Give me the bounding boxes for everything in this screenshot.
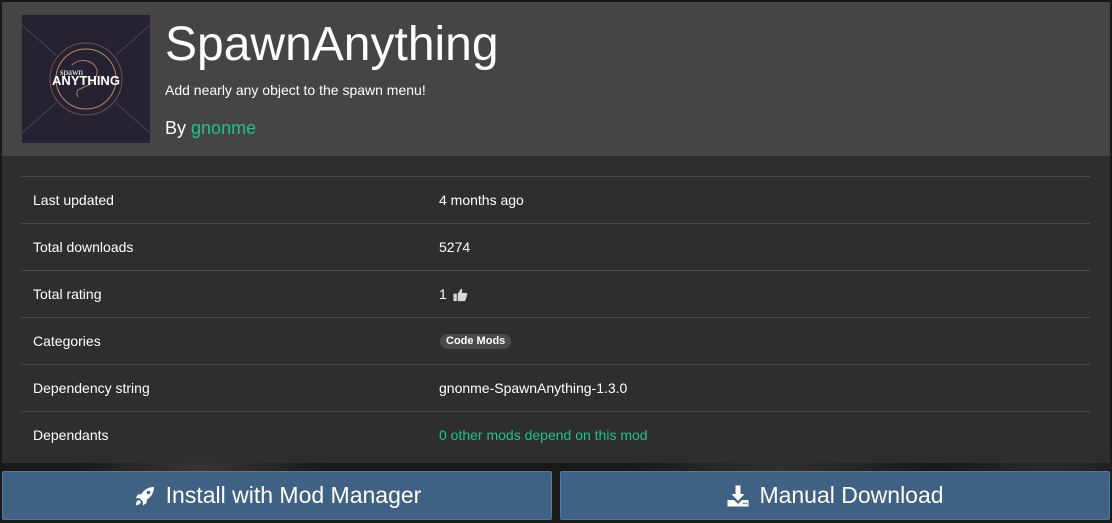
download-icon bbox=[727, 485, 749, 506]
mod-logo-art: spawn ANYTHING bbox=[22, 15, 150, 143]
download-button-label: Manual Download bbox=[759, 482, 944, 508]
logo-big-text: ANYTHING bbox=[52, 73, 120, 88]
table-row: Total rating 1 bbox=[21, 271, 1090, 318]
table-row: Dependants 0 other mods depend on this m… bbox=[21, 412, 1090, 458]
row-label: Dependency string bbox=[33, 380, 150, 396]
mod-title: SpawnAnything bbox=[165, 18, 499, 71]
categories-cell: Code Mods bbox=[439, 318, 512, 364]
rocket-icon bbox=[135, 486, 154, 505]
mod-logo: spawn ANYTHING bbox=[22, 15, 150, 143]
total-rating-value: 1 bbox=[439, 286, 447, 302]
install-with-mod-manager-button[interactable]: Install with Mod Manager bbox=[2, 471, 552, 520]
total-downloads-value: 5274 bbox=[439, 239, 471, 255]
author-link[interactable]: gnonme bbox=[191, 118, 256, 138]
mod-byline: By gnonme bbox=[165, 118, 256, 139]
by-label: By bbox=[165, 118, 187, 138]
manual-download-button[interactable]: Manual Download bbox=[560, 471, 1110, 520]
mod-description: Add nearly any object to the spawn menu! bbox=[165, 82, 426, 98]
mod-card: spawn ANYTHING SpawnAnything Add nearly … bbox=[2, 2, 1110, 463]
table-row: Last updated 4 months ago bbox=[21, 177, 1090, 224]
row-label: Total downloads bbox=[33, 239, 134, 255]
row-label: Categories bbox=[33, 333, 101, 349]
thumbs-up-icon[interactable] bbox=[453, 287, 468, 302]
table-row: Total downloads 5274 bbox=[21, 224, 1090, 271]
install-button-label: Install with Mod Manager bbox=[165, 482, 422, 508]
dependants-link[interactable]: 0 other mods depend on this mod bbox=[439, 412, 648, 458]
table-row: Categories Code Mods bbox=[21, 318, 1090, 365]
category-badge[interactable]: Code Mods bbox=[440, 333, 512, 349]
table-row: Dependency string gnonme-SpawnAnything-1… bbox=[21, 365, 1090, 412]
details-table: Last updated 4 months ago Total download… bbox=[21, 176, 1090, 458]
row-label: Dependants bbox=[33, 427, 109, 443]
last-updated-value: 4 months ago bbox=[439, 192, 524, 208]
row-label: Total rating bbox=[33, 286, 102, 302]
mod-header: spawn ANYTHING SpawnAnything Add nearly … bbox=[2, 2, 1110, 156]
row-label: Last updated bbox=[33, 192, 114, 208]
dependency-string-value: gnonme-SpawnAnything-1.3.0 bbox=[439, 380, 628, 396]
total-rating-cell: 1 bbox=[439, 271, 468, 317]
